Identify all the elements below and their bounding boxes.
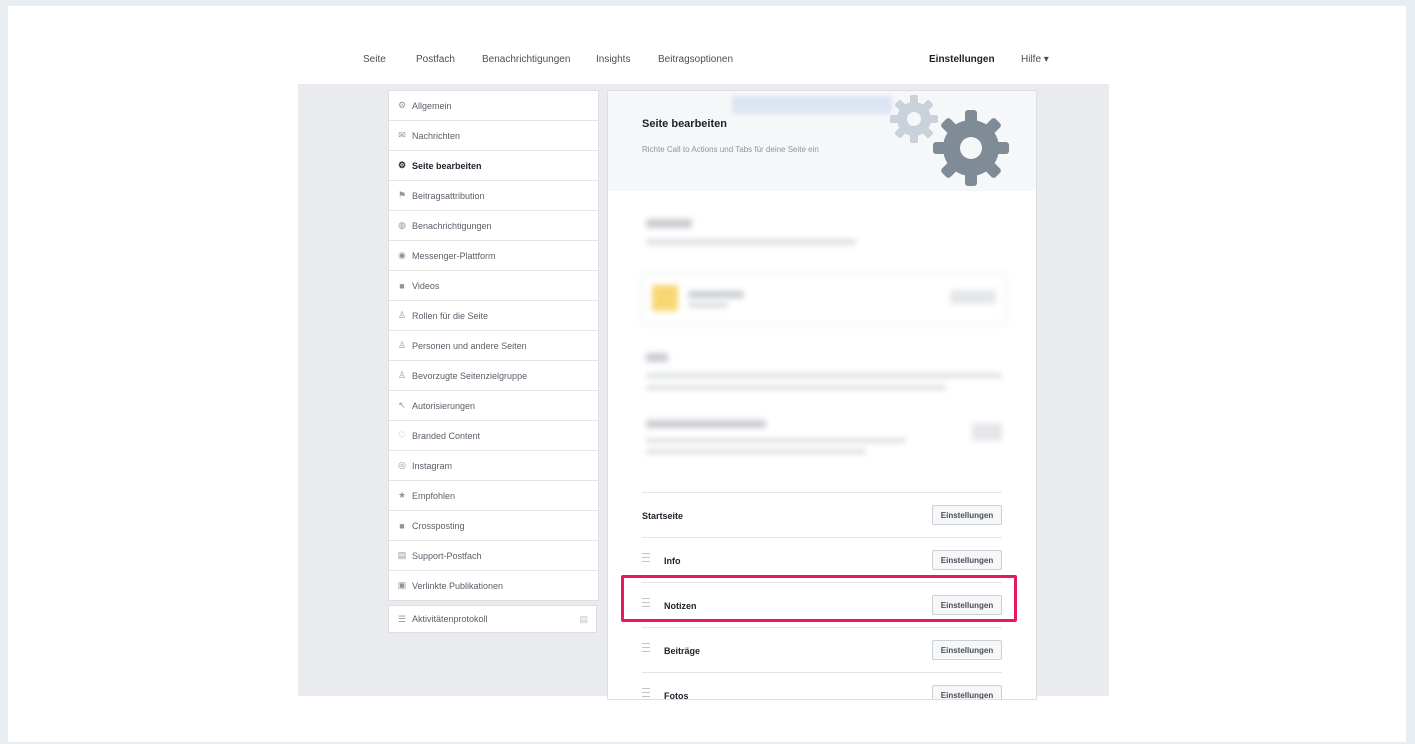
person-icon: ♙	[397, 310, 407, 320]
info-settings-button[interactable]: Einstellungen	[932, 550, 1002, 570]
sidebar-item-support-postfach[interactable]: ▤ Support-Postfach	[389, 541, 598, 571]
sidebar-item-label: Support-Postfach	[412, 550, 482, 561]
sidebar-item-messenger-plattform[interactable]: ◉ Messenger-Plattform	[389, 241, 598, 271]
star-icon: ★	[397, 490, 407, 500]
sidebar-item-label: Beitragsattribution	[412, 190, 485, 201]
blurred-banner	[732, 96, 892, 114]
tab-label: Startseite	[642, 511, 684, 521]
page-title: Seite bearbeiten	[642, 118, 727, 130]
video-icon: ■	[399, 520, 405, 531]
gear-icon: ⚙	[397, 100, 407, 110]
settings-sidebar: ⚙ Allgemein ✉ Nachrichten ⚙ Seite bearbeite…	[388, 90, 599, 601]
sidebar-item-label: Videos	[412, 280, 440, 291]
sidebar-item-label: Benachrichtigungen	[412, 220, 492, 231]
activity-log-link[interactable]: ☰ Aktivitätenprotokoll ▤	[388, 605, 597, 633]
tab-label: Info	[664, 556, 681, 566]
sidebar-item-label: Branded Content	[412, 430, 481, 441]
chat-icon: ✉	[398, 130, 406, 140]
log-icon: ▤	[579, 614, 588, 624]
panel-header: Seite bearbeiten Richte Call to Actions …	[608, 91, 1036, 191]
nav-tab-insights[interactable]: Insights	[596, 54, 630, 65]
drag-handle-icon[interactable]	[642, 688, 650, 698]
sidebar-item-label: Autorisierungen	[412, 400, 476, 411]
sidebar-item-branded-content[interactable]: ♡ Branded Content	[389, 421, 598, 451]
sidebar-item-nachrichten[interactable]: ✉ Nachrichten	[389, 121, 598, 151]
sidebar-item-label: Rollen für die Seite	[412, 310, 489, 321]
list-icon: ☰	[397, 613, 407, 624]
drag-handle-icon[interactable]	[642, 553, 650, 563]
page-subtitle: Richte Call to Actions und Tabs für dein…	[642, 145, 819, 154]
sidebar-item-zielgruppe[interactable]: ♙ Bevorzugte Seitenzielgruppe	[389, 361, 598, 391]
sidebar-item-benachrichtigungen[interactable]: ◍ Benachrichtigungen	[389, 211, 598, 241]
video-icon: ■	[399, 280, 405, 291]
drag-handle-icon[interactable]	[642, 643, 650, 653]
nav-help-dropdown[interactable]: Hilfe ▾	[1021, 54, 1049, 65]
nav-tab-benachrichtigungen[interactable]: Benachrichtigungen	[482, 54, 570, 65]
sidebar-item-personen[interactable]: ♙ Personen und andere Seiten	[389, 331, 598, 361]
sidebar-item-label: Allgemein	[412, 100, 452, 111]
people-icon: ♙	[397, 340, 407, 350]
sidebar-item-crossposting[interactable]: ■ Crossposting	[389, 511, 598, 541]
sidebar-item-label: Bevorzugte Seitenzielgruppe	[412, 370, 528, 381]
sidebar-item-label: Empfohlen	[412, 490, 456, 501]
sidebar-item-label: Messenger-Plattform	[412, 250, 496, 261]
sidebar-item-verlinkte-publikationen[interactable]: ▣ Verlinkte Publikationen	[389, 571, 598, 600]
instagram-icon: ◎	[398, 460, 406, 470]
activity-log-label: Aktivitätenprotokoll	[412, 614, 488, 624]
sidebar-item-seite-bearbeiten[interactable]: ⚙ Seite bearbeiten	[389, 151, 598, 181]
sidebar-item-label: Personen und andere Seiten	[412, 340, 527, 351]
nav-tab-einstellungen[interactable]: Einstellungen	[929, 54, 995, 65]
fotos-settings-button[interactable]: Einstellungen	[932, 685, 1002, 699]
sidebar-item-instagram[interactable]: ◎ Instagram	[389, 451, 598, 481]
sidebar-item-beitragsattribution[interactable]: ⚑ Beitragsattribution	[389, 181, 598, 211]
handshake-icon: ♡	[397, 430, 407, 440]
key-icon: ↖	[398, 400, 406, 410]
sidebar-item-empfohlen[interactable]: ★ Empfohlen	[389, 481, 598, 511]
sidebar-item-label: Verlinkte Publikationen	[412, 580, 504, 591]
beitraege-settings-button[interactable]: Einstellungen	[932, 640, 1002, 660]
tab-row-beitraege: Beiträge Einstellungen	[642, 627, 1002, 673]
sidebar-item-videos[interactable]: ■ Videos	[389, 271, 598, 301]
gear-large-icon	[933, 110, 1009, 186]
document-icon: ▣	[397, 580, 407, 590]
sidebar-item-label: Instagram	[412, 460, 453, 471]
inbox-icon: ▤	[397, 550, 407, 560]
people-icon: ♙	[397, 370, 407, 380]
tab-label: Beiträge	[664, 646, 701, 656]
tab-row-fotos: Fotos Einstellungen	[642, 672, 1002, 700]
globe-icon: ◍	[398, 220, 406, 230]
sidebar-item-rollen[interactable]: ♙ Rollen für die Seite	[389, 301, 598, 331]
nav-tab-seite[interactable]: Seite	[363, 54, 386, 65]
nav-tab-beitragsoptionen[interactable]: Beitragsoptionen	[658, 54, 733, 65]
sidebar-item-label: Crossposting	[412, 520, 465, 531]
startseite-settings-button[interactable]: Einstellungen	[932, 505, 1002, 525]
flag-icon: ⚑	[397, 190, 407, 200]
sidebar-item-label: Seite bearbeiten	[412, 160, 482, 171]
sidebar-item-autorisierungen[interactable]: ↖ Autorisierungen	[389, 391, 598, 421]
notizen-highlight-box	[621, 575, 1017, 622]
sidebar-item-label: Nachrichten	[412, 130, 461, 141]
tab-row-startseite: Startseite Einstellungen	[642, 492, 1002, 538]
gear-icon: ⚙	[397, 160, 407, 170]
sidebar-item-allgemein[interactable]: ⚙ Allgemein	[389, 91, 598, 121]
tab-label: Fotos	[664, 691, 689, 700]
messenger-icon: ◉	[398, 250, 406, 260]
nav-tab-postfach[interactable]: Postfach	[416, 54, 455, 65]
